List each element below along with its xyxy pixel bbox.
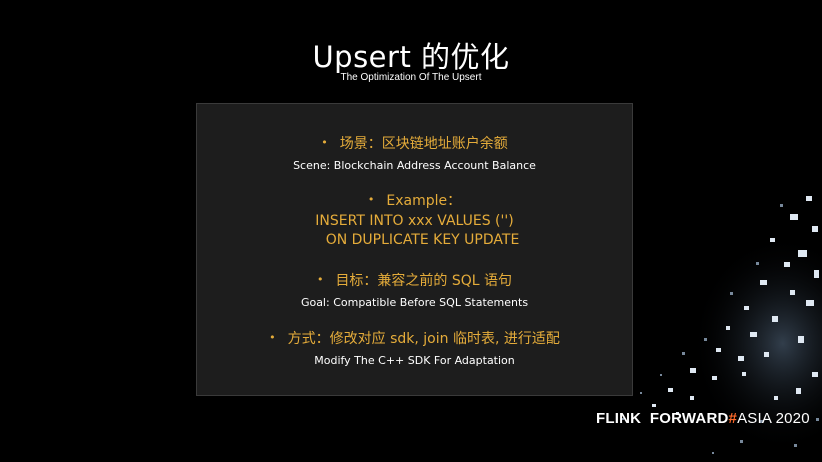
list-item-example: • Example： INSERT INTO xxx VALUES ('') ON…: [197, 190, 632, 248]
bullet-icon: •: [269, 331, 276, 344]
logo-tail: ASIA 2020: [737, 410, 810, 427]
item-subtext: Scene: Blockchain Address Account Balanc…: [293, 159, 536, 172]
code-line-duplicate: ON DUPLICATE KEY UPDATE: [325, 232, 520, 248]
list-item-scene: • 场景：区块链地址账户余额 Scene: Blockchain Address …: [197, 133, 632, 172]
item-heading: • 场景：区块链地址账户余额: [197, 133, 632, 153]
logo-main: FLINK FORWARD: [596, 410, 729, 427]
code-line-insert: INSERT INTO xxx VALUES (''): [315, 213, 514, 229]
heading-text: 目标：兼容之前的 SQL 语句: [335, 273, 513, 289]
content-panel: • 场景：区块链地址账户余额 Scene: Blockchain Address …: [196, 103, 633, 396]
item-heading: • 方式：修改对应 sdk, join 临时表, 进行适配: [197, 328, 632, 348]
slide-subtitle: The Optimization Of The Upsert: [340, 72, 482, 83]
bullet-icon: •: [367, 193, 375, 206]
item-heading: • Example：: [197, 190, 632, 210]
heading-text: Example：: [386, 193, 462, 209]
list-item-goal: • 目标：兼容之前的 SQL 语句 Goal: Compatible Before…: [197, 270, 632, 309]
item-heading: • 目标：兼容之前的 SQL 语句: [197, 270, 632, 290]
bullet-icon: •: [316, 273, 324, 286]
bullet-icon: •: [321, 136, 328, 149]
heading-text: 场景：区块链地址账户余额: [339, 136, 508, 152]
slide: Upsert 的优化 The Optimization Of The Upser…: [0, 0, 822, 462]
logo-hash: #: [728, 410, 738, 427]
event-logo: FLINK FORWARD#ASIA 2020: [596, 410, 810, 427]
list-item-method: • 方式：修改对应 sdk, join 临时表, 进行适配 Modify The …: [197, 328, 632, 367]
slide-title: Upsert 的优化: [312, 40, 510, 74]
heading-text: 方式：修改对应 sdk, join 临时表, 进行适配: [287, 331, 560, 347]
item-subtext: Goal: Compatible Before SQL Statements: [300, 296, 529, 309]
item-subtext: Modify The C++ SDK For Adaptation: [314, 354, 515, 367]
